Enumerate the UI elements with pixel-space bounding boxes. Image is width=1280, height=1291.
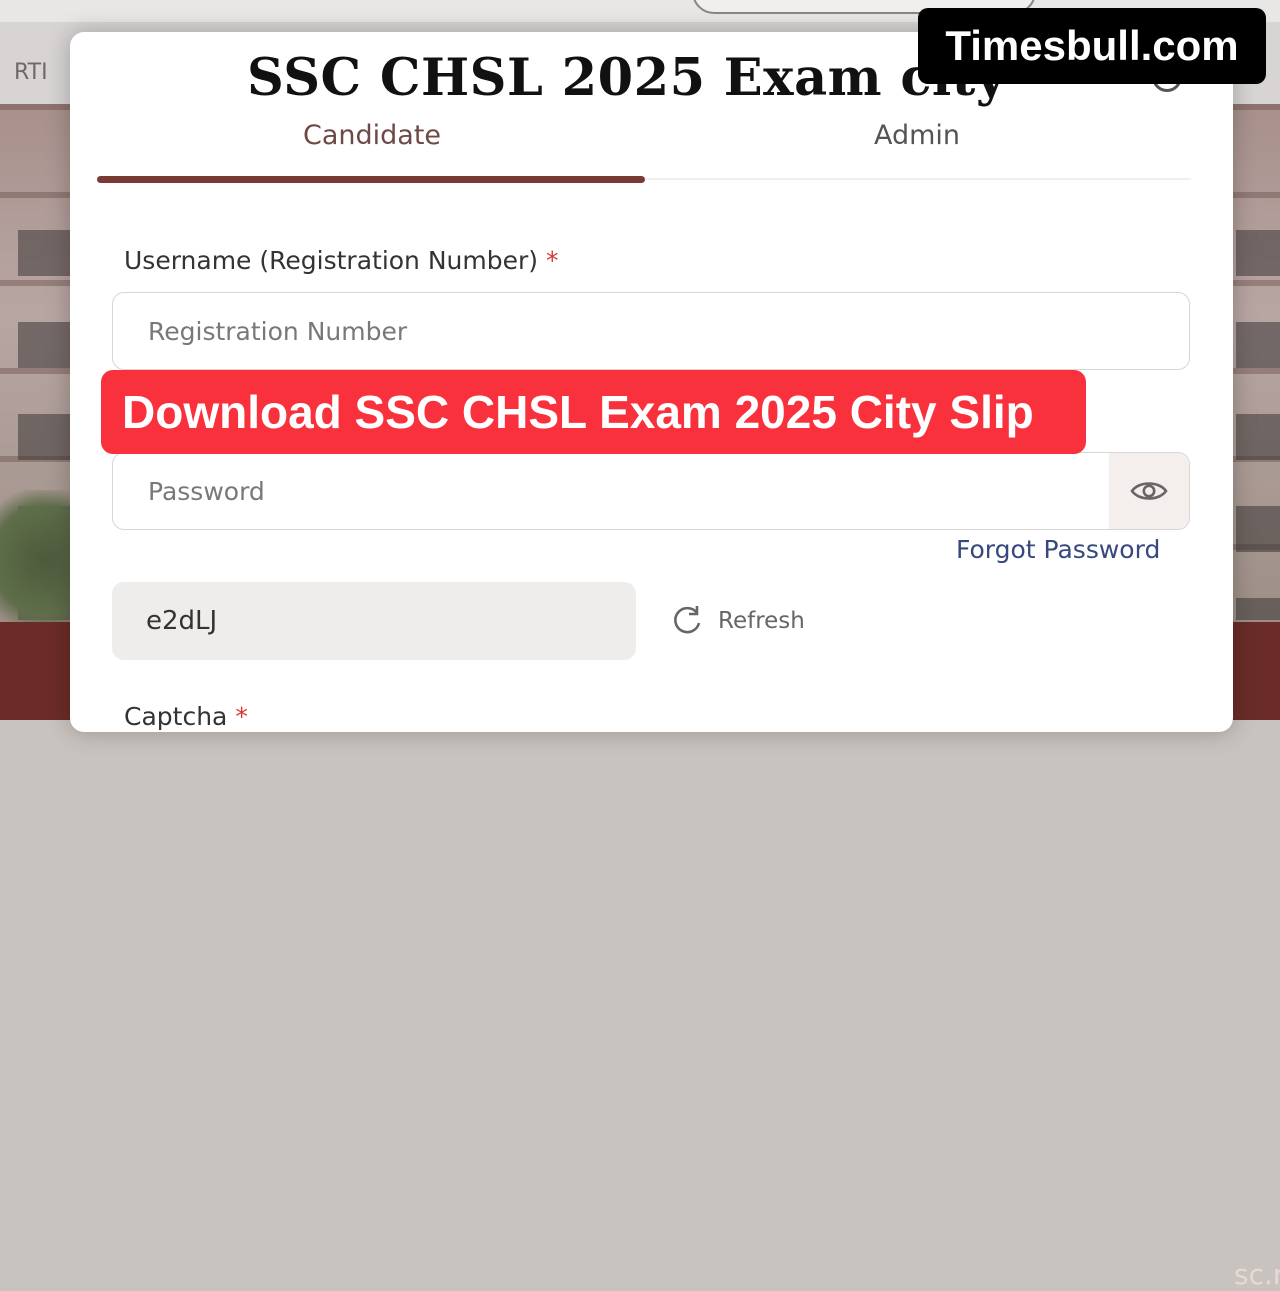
eye-icon: [1130, 482, 1168, 500]
active-tab-indicator: [97, 176, 645, 183]
refresh-label: Refresh: [718, 608, 805, 634]
headline: SSC CHSL 2025 Exam city: [247, 48, 1006, 108]
tab-admin[interactable]: Admin: [874, 120, 960, 151]
refresh-icon: [674, 606, 701, 634]
username-input[interactable]: Registration Number: [112, 292, 1190, 370]
password-placeholder: Password: [148, 477, 265, 506]
captcha-code: e2dLJ: [146, 606, 218, 636]
required-marker: *: [235, 702, 248, 731]
brand-text: Timesbull.com: [945, 22, 1239, 69]
tab-candidate[interactable]: Candidate: [303, 120, 441, 151]
show-password-button[interactable]: [1109, 453, 1189, 529]
download-banner: Download SSC CHSL Exam 2025 City Slip: [101, 370, 1086, 454]
background-building-windows: [1236, 190, 1280, 620]
forgot-password-link[interactable]: Forgot Password: [956, 535, 1160, 564]
captcha-display: e2dLJ: [112, 582, 636, 660]
required-marker: *: [545, 246, 559, 275]
captcha-label: Captcha *: [124, 702, 248, 731]
banner-text: Download SSC CHSL Exam 2025 City Slip: [122, 386, 1034, 438]
username-placeholder: Registration Number: [148, 317, 408, 346]
brand-watermark-badge: Timesbull.com: [918, 8, 1266, 84]
refresh-captcha-button[interactable]: Refresh: [670, 604, 805, 638]
inactive-tab-indicator: [645, 178, 1191, 180]
background-footer-text: sc.r: [1234, 1258, 1280, 1291]
nav-item-rti[interactable]: RTI: [14, 60, 48, 85]
username-label: Username (Registration Number) *: [124, 246, 559, 275]
password-input[interactable]: Password: [112, 452, 1190, 530]
